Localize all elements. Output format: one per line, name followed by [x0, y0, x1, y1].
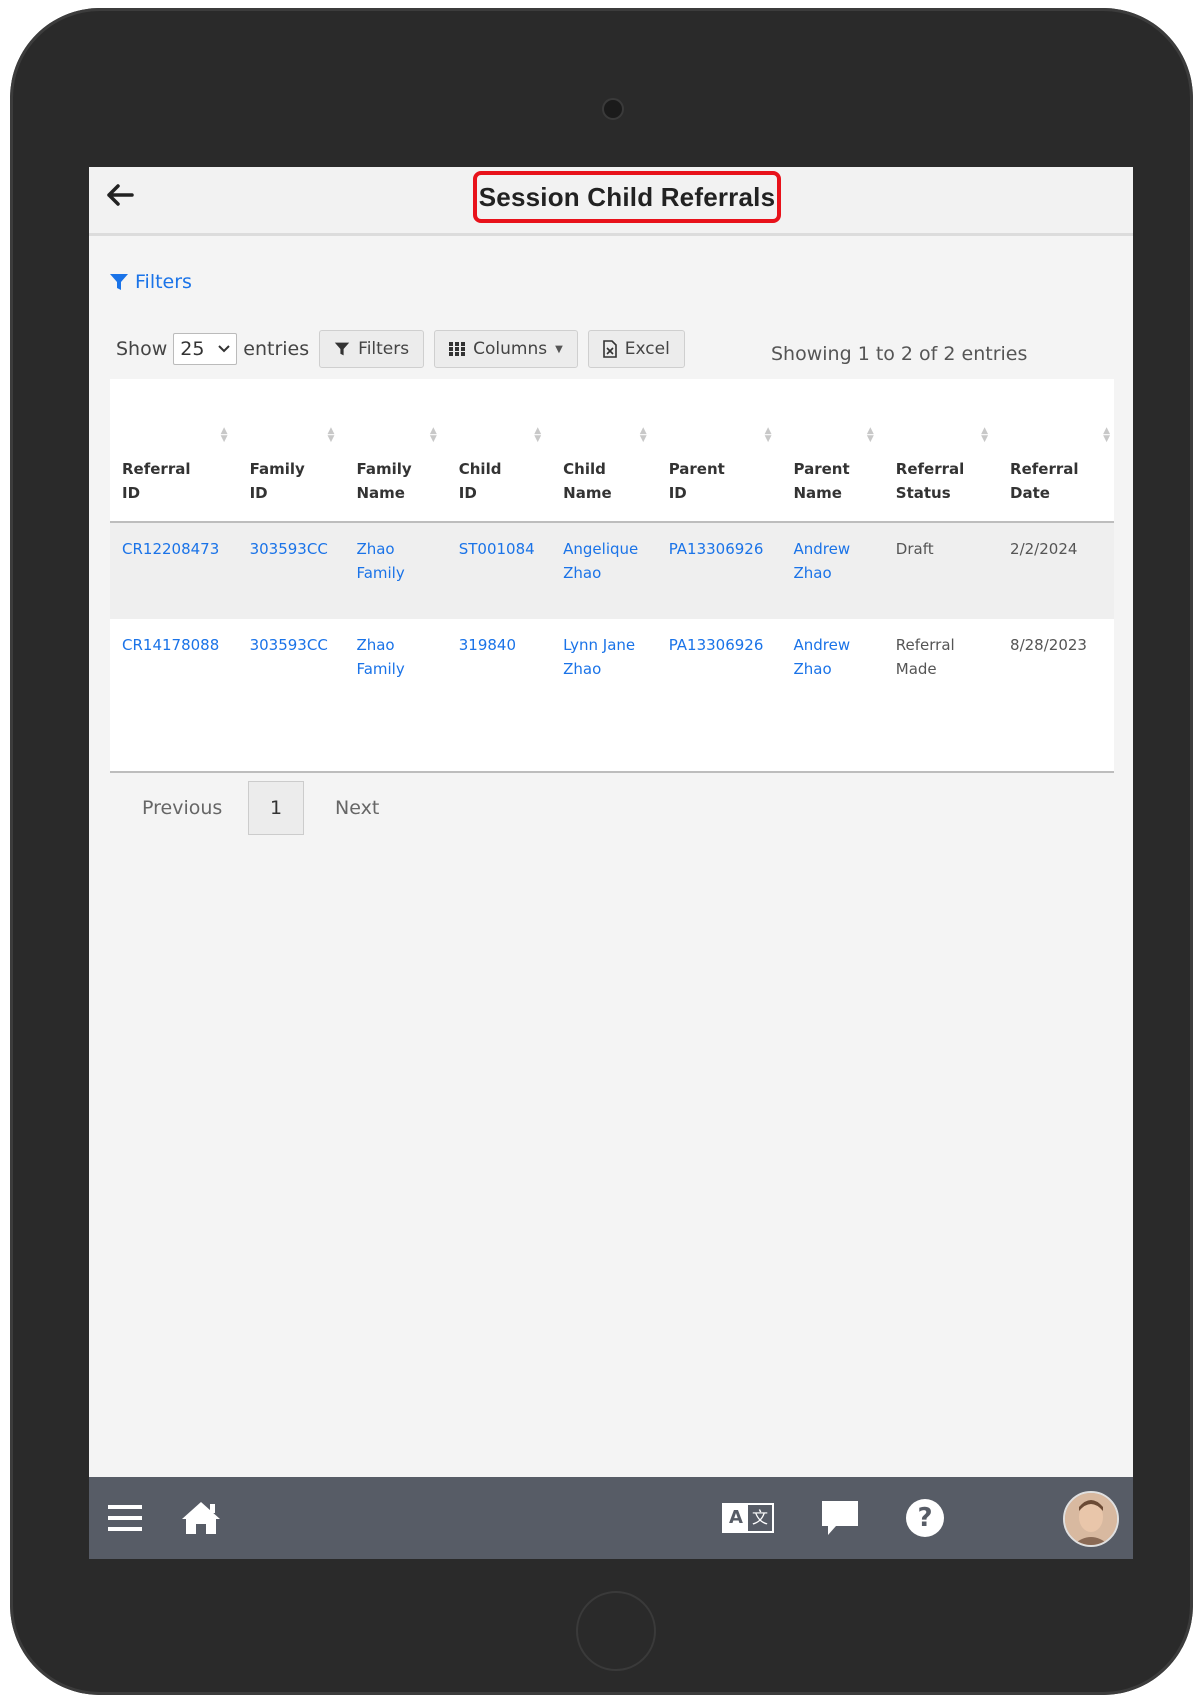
sort-icon: ▲ ▼ [220, 426, 228, 444]
sort-icon: ▲ ▼ [866, 426, 874, 444]
referrals-table-container: Referral ID ▲ ▼ Family ID ▲ ▼ Family Name ▲ ▼ Chi… [110, 379, 1114, 773]
columns-button-label: Columns [473, 339, 548, 359]
previous-page-button[interactable]: Previous [142, 797, 222, 819]
next-page-button[interactable]: Next [335, 797, 379, 819]
columns-button[interactable]: Columns ▼ [434, 330, 578, 368]
help-icon[interactable]: ? [904, 1497, 946, 1539]
sort-icon: ▲ ▼ [327, 426, 335, 444]
page-size-select[interactable]: 25 [173, 333, 238, 365]
col-family-name[interactable]: Family Name ▲ ▼ [344, 379, 447, 523]
entries-summary: Showing 1 to 2 of 2 entries [771, 343, 1028, 365]
tablet-frame: Session Child Referrals Filters Show 25 … [10, 8, 1193, 1695]
sort-icon: ▲ ▼ [429, 426, 437, 444]
filters-button-label: Filters [358, 339, 410, 359]
col-parent-name[interactable]: Parent Name ▲ ▼ [781, 379, 884, 523]
page-1-button[interactable]: 1 [248, 781, 304, 835]
col-family-id[interactable]: Family ID ▲ ▼ [237, 379, 345, 523]
user-avatar-icon [1065, 1493, 1117, 1545]
sort-icon: ▲ ▼ [1103, 426, 1110, 444]
title-bar: Session Child Referrals [89, 167, 1133, 236]
back-arrow-icon[interactable] [103, 181, 137, 215]
funnel-icon [110, 274, 128, 290]
table-row: CR12208473 303593CC Zhao Family ST001084 … [110, 522, 1114, 619]
family-id-link[interactable]: 303593CC [237, 522, 345, 619]
referral-status: Referral Made [895, 636, 955, 678]
tablet-home-button [576, 1591, 656, 1671]
show-label: Show [116, 338, 168, 360]
columns-grid-icon [449, 342, 466, 356]
parent-name-link[interactable]: Andrew Zhao [782, 619, 884, 715]
child-id-link[interactable]: 319840 [447, 619, 551, 715]
parent-id-link[interactable]: PA13306926 [656, 522, 782, 619]
bottom-navigation-bar: A 文 ? [89, 1477, 1133, 1559]
family-id-link[interactable]: 303593CC [238, 619, 345, 715]
sort-icon: ▲ ▼ [639, 426, 647, 444]
excel-button[interactable]: Excel [587, 330, 685, 368]
col-referral-id[interactable]: Referral ID ▲ ▼ [110, 379, 238, 523]
page-size-value: 25 [180, 338, 205, 360]
sort-icon: ▲ ▼ [764, 426, 772, 444]
child-id-link[interactable]: ST001084 [446, 522, 552, 619]
table-row: CR14178088 303593CC Zhao Family 319840 Ly… [110, 619, 1114, 715]
col-parent-id[interactable]: Parent ID ▲ ▼ [656, 379, 782, 523]
camera [602, 98, 624, 120]
col-child-id[interactable]: Child ID ▲ ▼ [446, 379, 552, 523]
file-excel-icon [602, 340, 617, 358]
referral-date: 8/28/2023 [1010, 636, 1087, 654]
pagination: Previous 1 Next [110, 769, 1114, 849]
avatar[interactable] [1063, 1491, 1119, 1547]
page-title-highlight: Session Child Referrals [473, 171, 781, 223]
col-child-name[interactable]: Child Name ▲ ▼ [551, 379, 657, 523]
chat-icon[interactable] [819, 1497, 861, 1539]
family-name-link[interactable]: Zhao Family [344, 619, 446, 715]
table-header-row: Referral ID ▲ ▼ Family ID ▲ ▼ Family Name ▲ ▼ Chi… [110, 379, 1114, 523]
chevron-down-icon [218, 345, 230, 353]
sort-icon: ▲ ▼ [981, 426, 989, 444]
page-title: Session Child Referrals [478, 181, 776, 212]
caret-down-icon: ▼ [555, 343, 563, 355]
referrals-table: Referral ID ▲ ▼ Family ID ▲ ▼ Family Name ▲ ▼ Chi… [110, 379, 1114, 715]
family-name-link[interactable]: Zhao Family [344, 522, 447, 619]
referral-status: Draft [883, 522, 999, 619]
referral-id-link[interactable]: CR14178088 [110, 619, 238, 715]
entries-label: entries [243, 338, 310, 360]
parent-id-link[interactable]: PA13306926 [657, 619, 782, 715]
funnel-icon [334, 342, 350, 356]
excel-button-label: Excel [624, 339, 670, 359]
child-name-link[interactable]: Lynn Jane Zhao [551, 619, 657, 715]
filters-link-label: Filters [135, 271, 192, 293]
table-controls: Show 25 entries Filters Columns ▼ Excel [116, 330, 685, 368]
translate-icon[interactable]: A 文 [721, 1497, 775, 1539]
child-name-link[interactable]: Angelique Zhao [551, 522, 657, 619]
col-referral-status[interactable]: Referral Status ▲ ▼ [883, 379, 999, 523]
referral-id-link[interactable]: CR12208473 [110, 522, 238, 619]
filters-button[interactable]: Filters [319, 330, 425, 368]
app-screen: Session Child Referrals Filters Show 25 … [89, 167, 1133, 1559]
col-referral-date[interactable]: Referral Date ▲ ▼ [998, 379, 1114, 523]
parent-name-link[interactable]: Andrew Zhao [781, 522, 884, 619]
menu-icon[interactable] [107, 1497, 143, 1539]
filters-link[interactable]: Filters [109, 271, 192, 293]
sort-icon: ▲ ▼ [534, 426, 542, 444]
referral-date: 2/2/2024 [998, 522, 1114, 619]
home-icon[interactable] [179, 1497, 223, 1539]
